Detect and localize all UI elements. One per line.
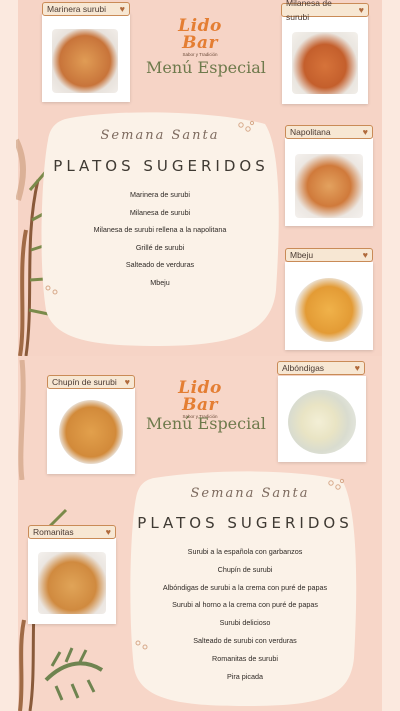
list-item: Chupín de surubi: [217, 564, 273, 574]
card-romanitas[interactable]: [28, 538, 116, 624]
list-item: Albóndigas de surubi a la crema con puré…: [162, 582, 328, 592]
heart-icon: ♥: [354, 363, 360, 373]
list-item: Marinera de surubi: [130, 190, 190, 199]
heart-icon: ♥: [362, 250, 368, 260]
tag-napolitana-label: Napolitana: [290, 127, 331, 137]
heading-lower: PLATOS SUGERIDOS: [137, 514, 353, 532]
milanesa-photo: [292, 32, 358, 94]
tag-chupin-label: Chupín de surubi: [52, 377, 117, 387]
card-marinera[interactable]: [42, 13, 130, 102]
list-item: Mbeju: [150, 277, 170, 287]
list-item: Pira picada: [227, 671, 263, 681]
heart-icon: ♥: [358, 5, 364, 15]
card-chupin[interactable]: [47, 388, 135, 474]
tag-milanesa: Milanesa de surubi ♥: [281, 0, 369, 22]
stem-decoration: [18, 360, 26, 480]
mbeju-photo: [295, 278, 363, 342]
tag-mbeju: Mbeju ♥: [285, 248, 373, 262]
tag-napolitana: Napolitana ♥: [285, 125, 373, 139]
logo-upper: Lido Bar Sabor y Tradición: [160, 16, 240, 58]
heart-icon: ♥: [124, 377, 130, 387]
list-item: Surubi delicioso: [219, 618, 271, 628]
tag-romanitas-label: Romanitas: [33, 527, 74, 537]
list-item: Salteado de verduras: [125, 260, 195, 269]
list-item: Milanesa de surubi: [129, 207, 191, 217]
napolitana-photo: [295, 154, 363, 218]
menu-flyer: Marinera surubi ♥ Lido Bar Sabor y Tradi…: [0, 0, 400, 711]
tag-mbeju-label: Mbeju: [290, 250, 314, 260]
card-albondigas[interactable]: [278, 376, 366, 462]
list-item: Salteado de surubi con verduras: [193, 635, 297, 645]
heading-upper: PLATOS SUGERIDOS: [53, 157, 269, 175]
card-milanesa[interactable]: [282, 14, 368, 104]
tag-marinera-label: Marinera surubi: [47, 4, 107, 14]
list-item: Grillé de surubi: [135, 242, 185, 252]
brand-tagline: Sabor y Tradición: [182, 52, 218, 57]
dots-decoration: [135, 640, 148, 650]
card-napolitana[interactable]: [285, 138, 373, 226]
brand-name: Lido Bar: [178, 16, 222, 53]
heart-icon: ♥: [362, 127, 368, 137]
list-item: Romanitas de surubi: [212, 653, 278, 663]
list-item: Surubi a la española con garbanzos: [187, 547, 303, 556]
tag-romanitas: Romanitas ♥: [28, 525, 116, 539]
brand-name: Lido Bar: [178, 378, 222, 415]
right-border: [382, 0, 400, 711]
heart-icon: ♥: [119, 4, 125, 14]
chupin-photo: [59, 400, 123, 464]
heart-icon: ♥: [105, 527, 111, 537]
special-title-lower: Menú Especial: [146, 414, 266, 433]
marinera-photo: [52, 29, 118, 93]
tag-albondigas-label: Albóndigas: [282, 363, 325, 373]
script-title-lower: Semana Santa: [190, 486, 310, 501]
list-item: Milanesa de surubi rellena a la napolita…: [93, 225, 227, 234]
tag-albondigas: Albóndigas ♥: [277, 361, 365, 375]
dots-decoration: [45, 285, 58, 295]
dish-list-upper: Marinera de surubi Milanesa de surubi Mi…: [60, 190, 260, 295]
dish-list-lower: Surubi a la española con garbanzos Chupí…: [135, 547, 355, 689]
tag-marinera: Marinera surubi ♥: [42, 2, 130, 16]
script-title-upper: Semana Santa: [100, 128, 220, 143]
tag-chupin: Chupín de surubi ♥: [47, 375, 135, 389]
list-item: Surubi al horno a la crema con puré de p…: [172, 600, 318, 610]
albondigas-photo: [288, 390, 356, 454]
special-title-upper: Menú Especial: [146, 58, 266, 77]
romanitas-photo: [38, 552, 106, 614]
card-mbeju[interactable]: [285, 262, 373, 350]
tag-milanesa-label: Milanesa de surubi: [286, 0, 332, 22]
